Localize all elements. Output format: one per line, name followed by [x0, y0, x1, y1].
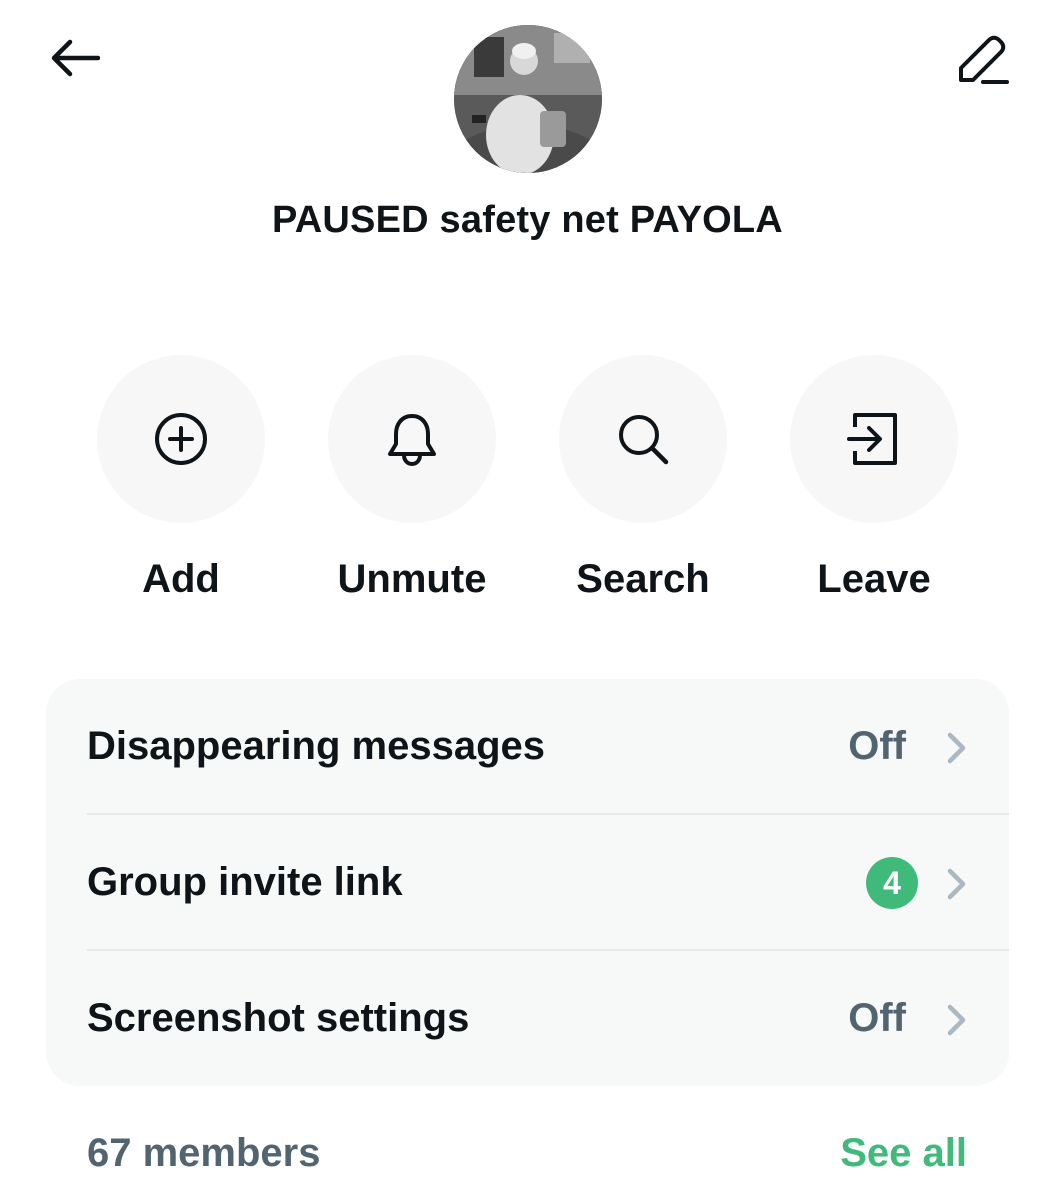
setting-value: Off: [848, 996, 906, 1040]
setting-screenshot-settings[interactable]: Screenshot settings Off: [46, 951, 1009, 1086]
add-label: Add: [142, 557, 220, 601]
search-label: Search: [576, 557, 710, 601]
unmute-button[interactable]: Unmute: [328, 355, 496, 601]
arrow-left-icon: [51, 39, 100, 77]
members-count: 67 members: [87, 1131, 321, 1175]
edit-button[interactable]: [950, 28, 1014, 90]
bell-icon: [388, 414, 436, 467]
unmute-label: Unmute: [337, 557, 487, 601]
search-button[interactable]: Search: [559, 355, 727, 601]
group-avatar[interactable]: [454, 25, 602, 173]
chevron-right-icon: [947, 1004, 966, 1036]
setting-title: Screenshot settings: [87, 996, 470, 1040]
back-button[interactable]: [44, 30, 104, 86]
leave-button[interactable]: Leave: [790, 355, 958, 601]
settings-card: Disappearing messages Off Group invite l…: [46, 679, 1009, 1086]
setting-title: Group invite link: [87, 860, 403, 904]
chevron-right-icon: [947, 868, 966, 900]
leave-icon: [847, 413, 897, 465]
pencil-icon: [959, 35, 1009, 84]
group-name: PAUSED safety net PAYOLA: [272, 199, 783, 241]
plus-circle-icon: [155, 413, 207, 465]
see-all-link[interactable]: See all: [840, 1128, 967, 1178]
search-icon: [619, 415, 669, 465]
count-badge: 4: [866, 857, 918, 909]
setting-group-invite-link[interactable]: Group invite link 4: [46, 815, 1009, 950]
chevron-right-icon: [947, 732, 966, 764]
leave-label: Leave: [817, 557, 931, 601]
add-button[interactable]: Add: [97, 355, 265, 601]
setting-disappearing-messages[interactable]: Disappearing messages Off: [46, 679, 1009, 814]
setting-title: Disappearing messages: [87, 724, 545, 768]
setting-value: Off: [848, 724, 906, 768]
